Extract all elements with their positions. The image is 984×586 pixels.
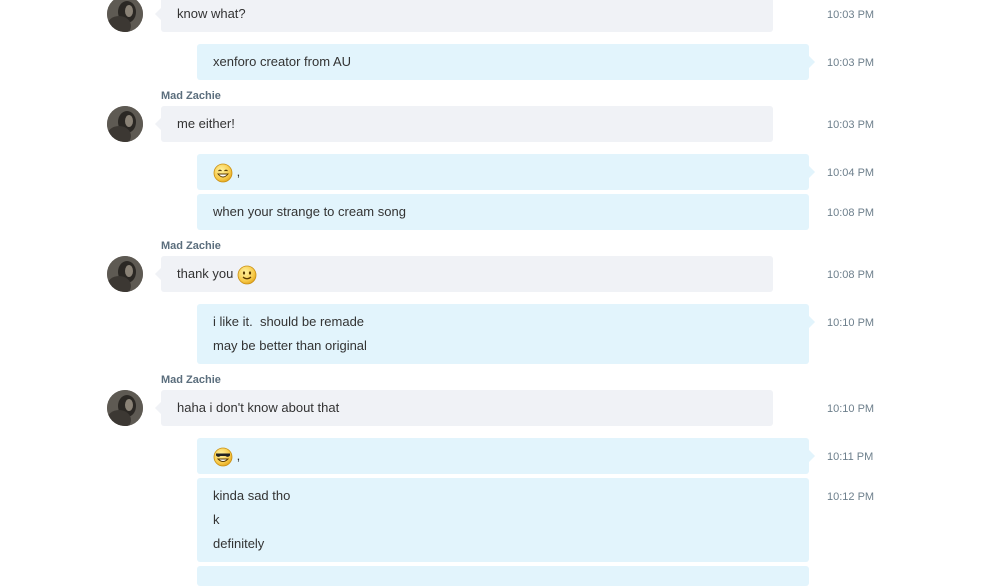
message-bubble-partial[interactable] bbox=[197, 566, 809, 586]
message-text: , bbox=[236, 164, 241, 179]
timestamp: 10:03 PM bbox=[827, 9, 875, 21]
avatar[interactable] bbox=[107, 0, 143, 32]
message-bubble[interactable]: thank you bbox=[155, 256, 773, 292]
cool-face-emoji-icon bbox=[213, 447, 233, 466]
message-text: kinda sad tho bbox=[213, 488, 291, 503]
timestamp: 10:04 PM bbox=[827, 167, 875, 179]
message-bubble[interactable]: when your strange to cream song bbox=[197, 194, 809, 230]
timestamp: 10:10 PM bbox=[827, 317, 875, 329]
message-text: when your strange to cream song bbox=[213, 204, 406, 219]
timestamp: 10:12 PM bbox=[827, 491, 875, 503]
message-text: me either! bbox=[177, 116, 235, 131]
message-text: haha i don't know about that bbox=[177, 400, 340, 415]
avatar[interactable] bbox=[107, 106, 143, 142]
message-bubble[interactable]: i like it. should be remade may be bette… bbox=[197, 304, 815, 364]
message-bubble[interactable]: kinda sad tho k definitely bbox=[197, 478, 809, 562]
message-text: k bbox=[213, 512, 220, 527]
message-text: i like it. should be remade bbox=[213, 314, 365, 329]
message-bubble[interactable]: , bbox=[197, 154, 815, 190]
message-bubble[interactable]: haha i don't know about that bbox=[155, 390, 773, 426]
sender-name[interactable]: Mad Zachie bbox=[161, 90, 221, 102]
timestamp: 10:03 PM bbox=[827, 57, 875, 69]
sender-name[interactable]: Mad Zachie bbox=[161, 240, 221, 252]
message-bubble[interactable]: xenforo creator from AU bbox=[197, 44, 815, 80]
sender-name[interactable]: Mad Zachie bbox=[161, 374, 221, 386]
message-text: thank you bbox=[177, 266, 234, 281]
timestamp: 10:11 PM bbox=[827, 451, 874, 463]
avatar[interactable] bbox=[107, 390, 143, 426]
message-text: , bbox=[236, 448, 241, 463]
grinning-face-emoji-icon bbox=[213, 163, 233, 182]
message-text: xenforo creator from AU bbox=[213, 54, 351, 69]
timestamp: 10:08 PM bbox=[827, 207, 875, 219]
smiley-face-emoji-icon bbox=[237, 265, 257, 284]
timestamp: 10:10 PM bbox=[827, 403, 875, 415]
message-bubble[interactable]: , bbox=[197, 438, 815, 474]
message-text: know what? bbox=[177, 6, 246, 21]
avatar[interactable] bbox=[107, 256, 143, 292]
message-text: may be better than original bbox=[213, 338, 367, 353]
message-text: definitely bbox=[213, 536, 265, 551]
message-bubble[interactable]: me either! bbox=[155, 106, 773, 142]
timestamp: 10:08 PM bbox=[827, 269, 875, 281]
timestamp: 10:03 PM bbox=[827, 119, 875, 131]
message-bubble[interactable]: know what? bbox=[155, 0, 773, 32]
